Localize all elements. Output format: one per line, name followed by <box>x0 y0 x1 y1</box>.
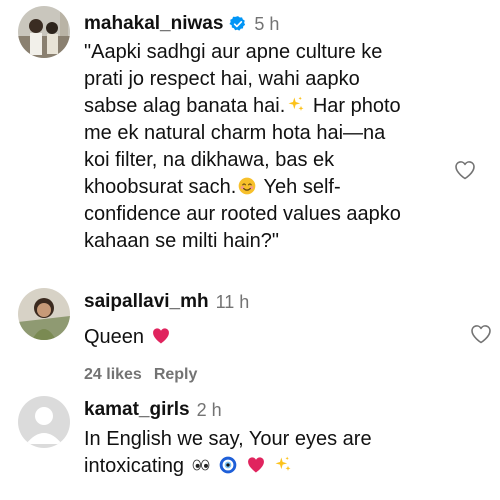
like-count[interactable]: 24 likes <box>84 366 142 383</box>
comment-text: "Aapki sadhgi aur apne culture ke prati … <box>84 41 401 252</box>
comment-timestamp: 11 h <box>215 291 250 312</box>
reply-button[interactable]: Reply <box>154 366 198 383</box>
sparkles-emoji <box>288 96 304 111</box>
comment-timestamp: 2 h <box>196 399 222 420</box>
comment-timestamp: 5 h <box>254 13 280 34</box>
red-heart-emoji <box>152 328 169 344</box>
comment-text: In English we say, Your eyes are intoxic… <box>84 428 372 477</box>
avatar[interactable] <box>18 6 70 58</box>
comment-item: kamat_girls 2 h In English we say, Your … <box>0 390 500 500</box>
nazar-amulet-emoji <box>219 456 237 474</box>
avatar[interactable] <box>18 396 70 448</box>
eyes-emoji <box>192 459 209 471</box>
red-heart-emoji <box>247 457 264 473</box>
comment-item: saipallavi_mh 11 h Queen 24 likes Reply <box>0 280 500 390</box>
sparkles-emoji <box>275 456 291 471</box>
comment-item: mahakal_niwas 5 h "Aapki sadhgi aur apne… <box>0 0 500 270</box>
heart-outline-icon[interactable] <box>468 322 494 346</box>
comment-username[interactable]: mahakal_niwas <box>84 13 223 35</box>
comment-username[interactable]: saipallavi_mh <box>84 291 209 313</box>
comment-username[interactable]: kamat_girls <box>84 399 190 421</box>
comment-text: Queen <box>84 324 500 351</box>
verified-badge-icon <box>229 16 246 31</box>
heart-outline-icon[interactable] <box>452 158 478 182</box>
avatar[interactable] <box>18 288 70 340</box>
smiling-face-emoji <box>238 177 256 195</box>
